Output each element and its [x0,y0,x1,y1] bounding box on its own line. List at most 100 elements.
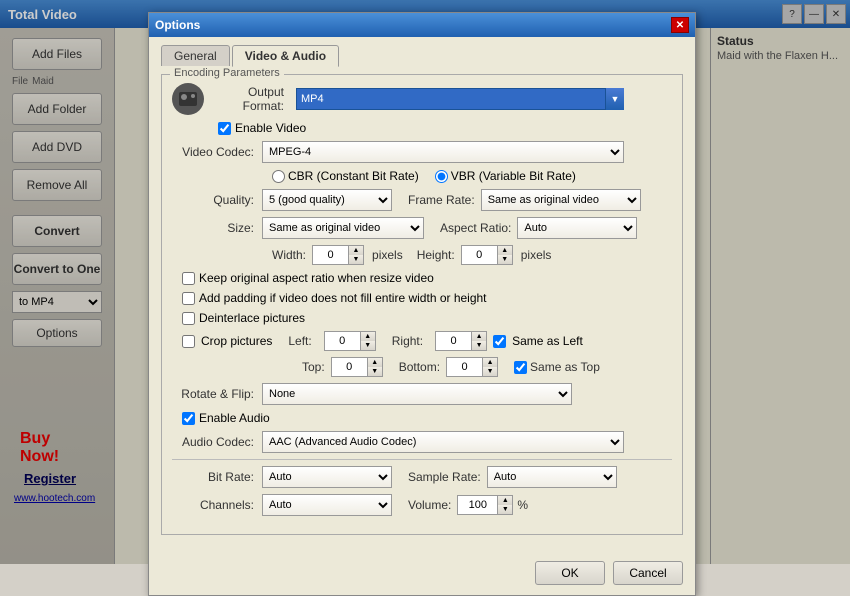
left-input[interactable] [324,331,360,351]
add-padding-checkbox[interactable] [182,292,195,305]
width-spin-up[interactable]: ▲ [349,246,363,255]
output-format-label: Output Format: [212,85,292,113]
section-legend: Encoding Parameters [170,67,284,79]
vbr-option: VBR (Variable Bit Rate) [435,169,576,183]
deinterlace-checkbox[interactable] [182,312,195,325]
samplerate-label: Sample Rate: [408,470,487,484]
deinterlace-label: Deinterlace pictures [199,311,305,325]
quality-select[interactable]: 5 (good quality) [262,189,392,211]
enable-video-row: Enable Video [172,121,672,135]
dialog-close-button[interactable]: ✕ [671,17,689,33]
cbr-radio[interactable] [272,170,285,183]
add-padding-label: Add padding if video does not fill entir… [199,291,487,305]
top-spin-buttons: ▲ ▼ [367,357,383,377]
video-codec-label: Video Codec: [172,145,262,159]
height-spin-buttons: ▲ ▼ [497,245,513,265]
channels-select[interactable]: Auto [262,494,392,516]
samplerate-select[interactable]: Auto [487,466,617,488]
bitrate-select[interactable]: Auto [262,466,392,488]
output-format-selected[interactable]: MP4 [296,88,606,110]
cbr-label: CBR (Constant Bit Rate) [288,169,419,183]
output-format-value: MP4 [301,93,324,105]
volume-spin-buttons: ▲ ▼ [497,495,513,515]
keep-ratio-checkbox[interactable] [182,272,195,285]
audio-codec-label: Audio Codec: [172,435,262,449]
same-as-left-label: Same as Left [512,334,583,348]
top-bottom-row: Top: ▲ ▼ Bottom: ▲ ▼ Same [172,357,672,377]
crop-label: Crop pictures [201,334,272,348]
width-spin-down[interactable]: ▼ [349,255,363,264]
output-format-select-wrapper[interactable]: MP4 ▼ [296,88,624,110]
height-spin-down[interactable]: ▼ [498,255,512,264]
tab-video-audio[interactable]: Video & Audio [232,45,339,67]
left-spin-up[interactable]: ▲ [361,332,375,341]
bottom-spin-down[interactable]: ▼ [483,367,497,376]
width-height-row: Width: ▲ ▼ pixels Height: ▲ ▼ [172,245,672,265]
rotate-row: Rotate & Flip: None [172,383,672,405]
right-spin-down[interactable]: ▼ [472,341,486,350]
right-label: Right: [392,334,429,348]
output-format-content: Output Format: MP4 ▼ [172,83,672,115]
width-label: Width: [272,248,312,262]
same-as-top-checkbox[interactable] [514,361,527,374]
dialog-title: Options [155,18,200,32]
channels-label: Channels: [172,498,262,512]
enable-video-label: Enable Video [235,121,306,135]
volume-spinner: ▲ ▼ [457,495,513,515]
framerate-select[interactable]: Same as original video [481,189,641,211]
left-label: Left: [288,334,317,348]
crop-row: Crop pictures Left: ▲ ▼ Right: ▲ [172,331,672,351]
rotate-select[interactable]: None [262,383,572,405]
aspect-select[interactable]: Auto [517,217,637,239]
output-format-arrow[interactable]: ▼ [606,88,624,110]
top-input[interactable] [331,357,367,377]
dialog-titlebar: Options ✕ [149,13,695,37]
size-select[interactable]: Same as original video [262,217,424,239]
left-spin-down[interactable]: ▼ [361,341,375,350]
add-padding-row: Add padding if video does not fill entir… [172,291,672,305]
size-label: Size: [172,221,262,235]
divider [172,459,672,460]
height-input[interactable] [461,245,497,265]
top-label: Top: [302,360,331,374]
width-spinner: ▲ ▼ [312,245,364,265]
right-spinner: ▲ ▼ [435,331,487,351]
video-codec-row: Video Codec: MPEG-4 [172,141,672,163]
size-aspect-row: Size: Same as original video Aspect Rati… [172,217,672,239]
top-spin-up[interactable]: ▲ [368,358,382,367]
ok-button[interactable]: OK [535,561,605,585]
audio-codec-row: Audio Codec: AAC (Advanced Audio Codec) [172,431,672,453]
bottom-input[interactable] [446,357,482,377]
cancel-button[interactable]: Cancel [613,561,683,585]
tab-general[interactable]: General [161,45,230,66]
crop-checkbox[interactable] [182,335,195,348]
channels-volume-row: Channels: Auto Volume: ▲ ▼ % [172,494,672,516]
enable-audio-checkbox[interactable] [182,412,195,425]
top-spinner: ▲ ▼ [331,357,383,377]
quality-label: Quality: [172,193,262,207]
height-spin-up[interactable]: ▲ [498,246,512,255]
bottom-spin-up[interactable]: ▲ [483,358,497,367]
volume-spin-down[interactable]: ▼ [498,505,512,514]
right-spin-up[interactable]: ▲ [472,332,486,341]
audio-codec-select[interactable]: AAC (Advanced Audio Codec) [262,431,624,453]
right-input[interactable] [435,331,471,351]
volume-input[interactable] [457,495,497,515]
aspect-label: Aspect Ratio: [440,221,517,235]
same-as-left-checkbox[interactable] [493,335,506,348]
volume-spin-up[interactable]: ▲ [498,496,512,505]
top-spin-down[interactable]: ▼ [368,367,382,376]
height-spinner: ▲ ▼ [461,245,513,265]
vbr-label: VBR (Variable Bit Rate) [451,169,576,183]
dialog-footer: OK Cancel [149,553,695,595]
video-codec-select[interactable]: MPEG-4 [262,141,624,163]
bottom-spinner: ▲ ▼ [446,357,498,377]
same-as-top-label: Same as Top [530,360,606,374]
enable-video-checkbox[interactable] [218,122,231,135]
vbr-radio[interactable] [435,170,448,183]
framerate-label: Frame Rate: [408,193,481,207]
cbr-option: CBR (Constant Bit Rate) [272,169,419,183]
height-label: Height: [417,248,461,262]
width-input[interactable] [312,245,348,265]
dialog-content: General Video & Audio Encoding Parameter… [149,37,695,553]
